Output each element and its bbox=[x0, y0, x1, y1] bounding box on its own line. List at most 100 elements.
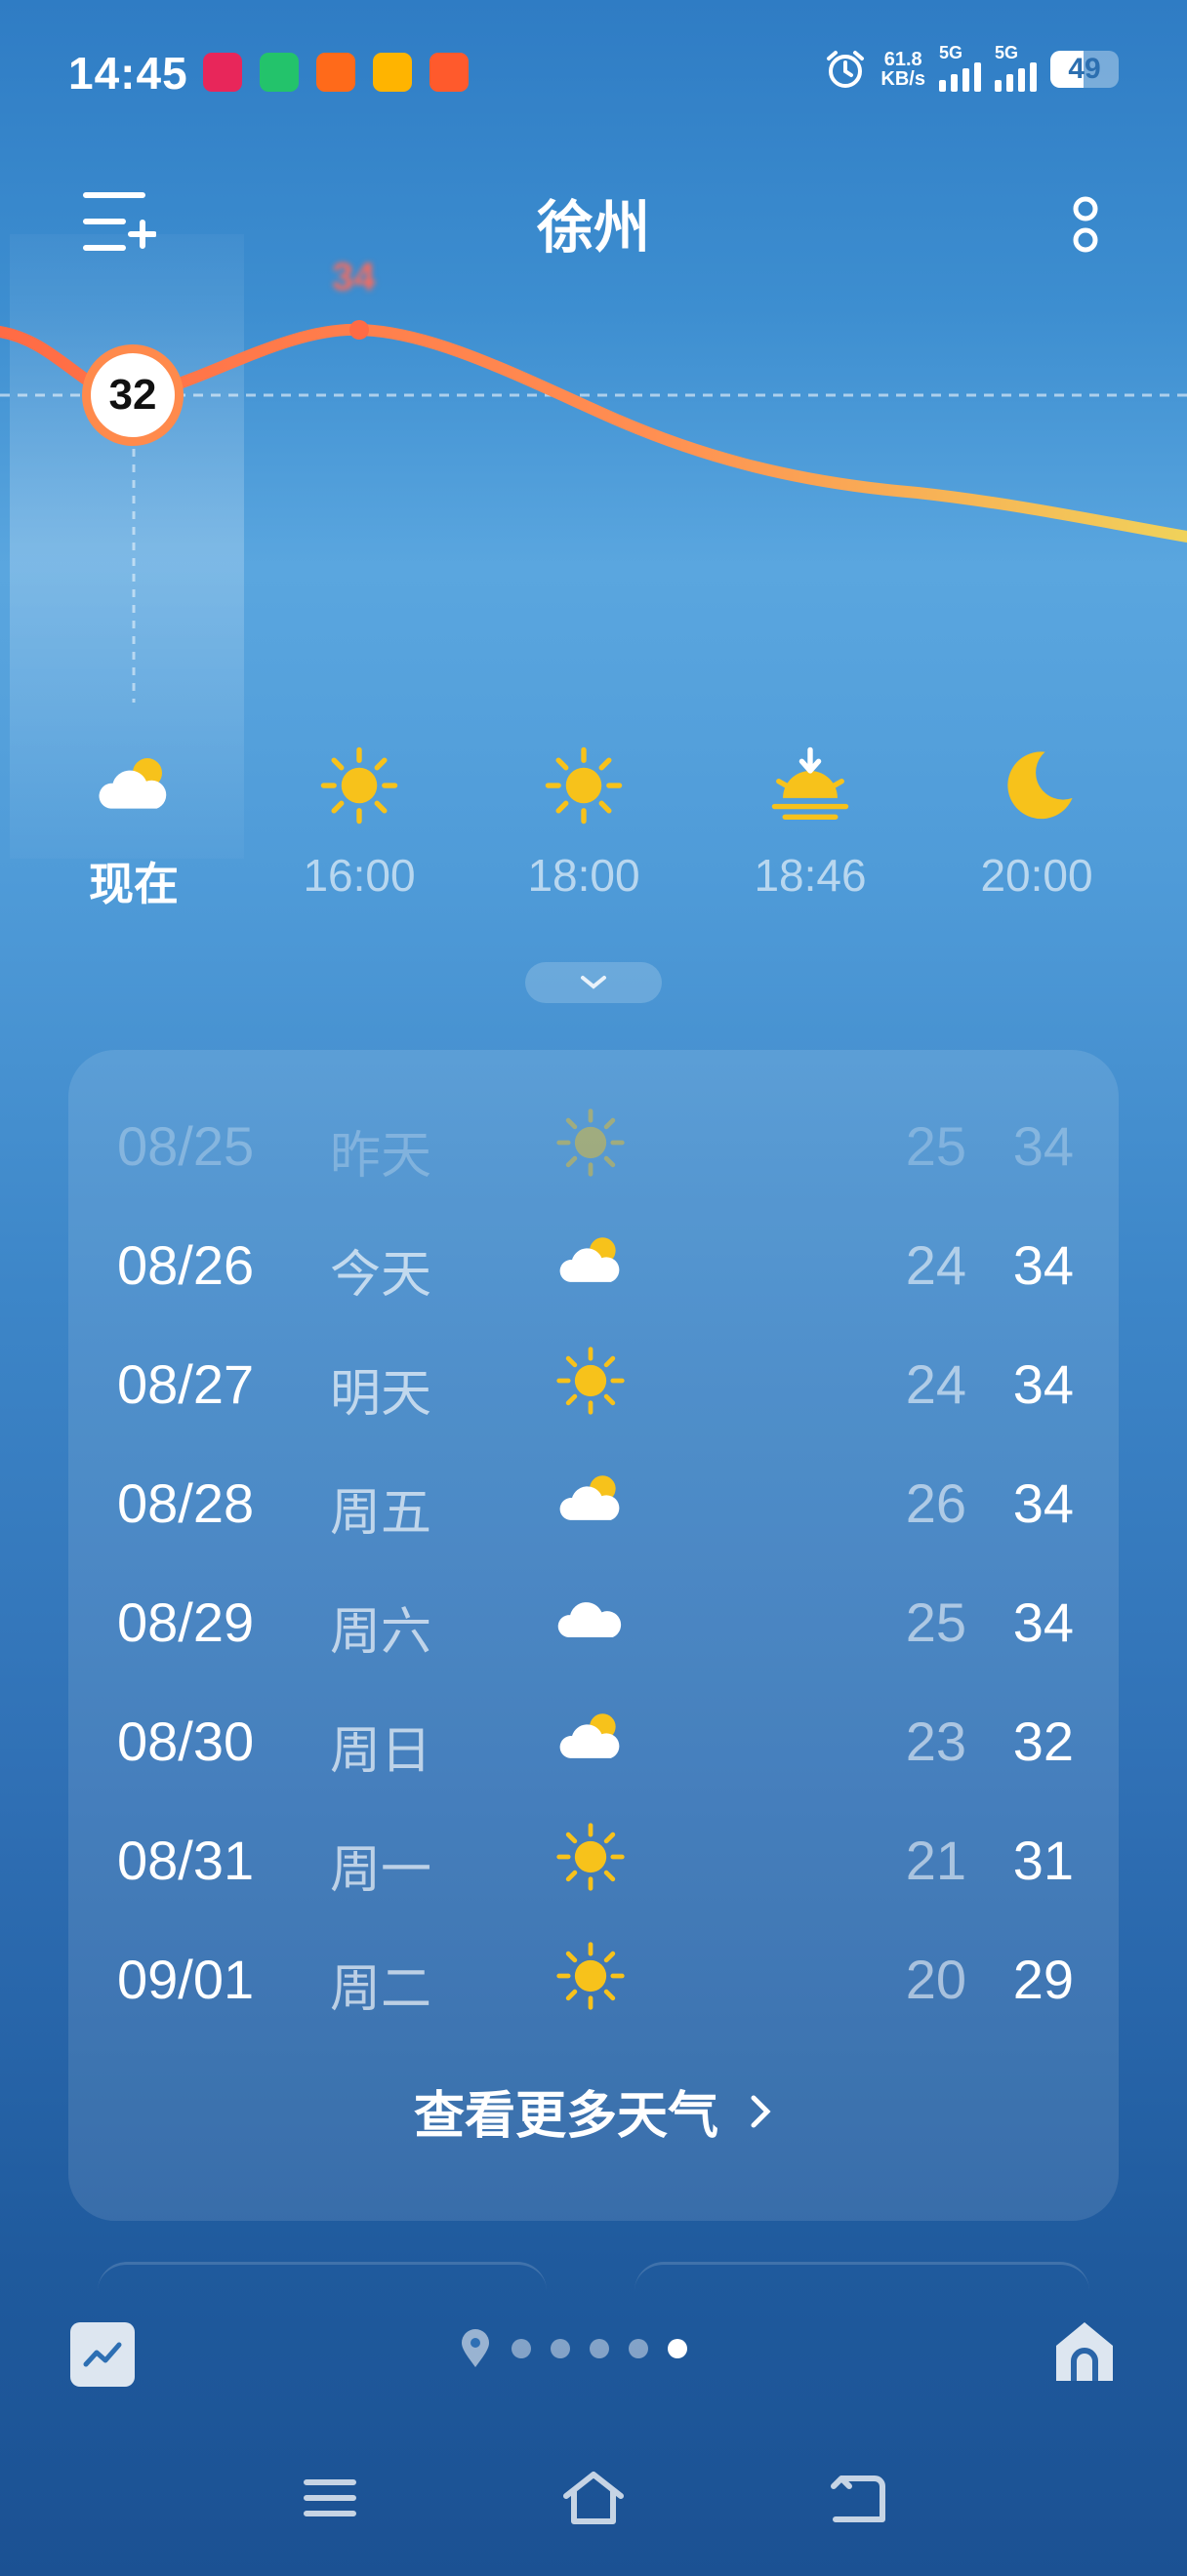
daily-forecast-card: 08/25 昨天 25 34 08/26 今天 24 34 08/27 明天 2… bbox=[68, 1050, 1119, 2221]
sun-icon bbox=[545, 746, 623, 825]
tf-app-icon bbox=[373, 53, 412, 92]
current-temp-bubble: 32 bbox=[82, 344, 184, 446]
trend-chart-icon bbox=[83, 2342, 122, 2367]
moon-icon bbox=[1007, 751, 1073, 820]
city-pager[interactable] bbox=[459, 2328, 687, 2369]
kuaishou-icon bbox=[316, 53, 355, 92]
forecast-day: 明天 bbox=[330, 1366, 432, 1423]
battery-icon: 49 bbox=[1050, 51, 1119, 88]
signal-icon-1: 5G bbox=[939, 43, 981, 92]
partly-cloudy-icon bbox=[99, 758, 167, 809]
sun-icon bbox=[556, 1108, 625, 1177]
forecast-day: 周一 bbox=[330, 1842, 432, 1899]
sun-icon bbox=[320, 746, 398, 825]
sun-icon bbox=[556, 1942, 625, 2010]
peak-marker bbox=[349, 320, 369, 340]
forecast-row[interactable]: 08/28 周五 26 34 bbox=[68, 1456, 1119, 1544]
forecast-day: 昨天 bbox=[330, 1128, 432, 1185]
next-card-peek-left bbox=[98, 2262, 547, 2294]
forecast-high: 31 bbox=[1012, 1830, 1074, 1891]
taobao-flash-icon bbox=[430, 53, 469, 92]
battery-level: 49 bbox=[1068, 53, 1101, 85]
forecast-day: 周五 bbox=[330, 1485, 432, 1542]
sun-icon bbox=[556, 1347, 625, 1415]
forecast-row[interactable]: 08/27 明天 24 34 bbox=[68, 1337, 1119, 1425]
forecast-date: 08/31 bbox=[117, 1830, 255, 1891]
temperature-chart bbox=[0, 320, 1187, 703]
hourly-time: 18:46 bbox=[754, 850, 867, 901]
forecast-row[interactable]: 09/01 周二 20 29 bbox=[68, 1932, 1119, 2020]
forecast-low: 24 bbox=[905, 1234, 966, 1296]
network-speed-value: 61.8 bbox=[883, 49, 922, 70]
page-dot[interactable] bbox=[629, 2339, 648, 2358]
forecast-day: 周六 bbox=[330, 1604, 432, 1661]
forecast-low: 20 bbox=[905, 1949, 966, 2010]
recent-apps-button[interactable] bbox=[291, 2459, 369, 2537]
hourly-time: 16:00 bbox=[303, 850, 416, 901]
page-dot[interactable] bbox=[590, 2339, 609, 2358]
forecast-day: 今天 bbox=[330, 1247, 432, 1304]
forecast-date: 08/30 bbox=[117, 1711, 255, 1772]
back-icon bbox=[831, 2475, 885, 2522]
forecast-high: 32 bbox=[1012, 1711, 1074, 1772]
forecast-day: 周二 bbox=[330, 1961, 432, 2018]
forecast-low: 23 bbox=[905, 1711, 966, 1772]
forecast-row[interactable]: 08/31 周一 21 31 bbox=[68, 1813, 1119, 1901]
system-navigation-bar bbox=[0, 2459, 1187, 2556]
home-button[interactable] bbox=[554, 2459, 633, 2537]
menu-icon bbox=[304, 2479, 356, 2516]
forecast-high: 29 bbox=[1012, 1949, 1074, 2010]
home-icon bbox=[563, 2472, 624, 2524]
forecast-row[interactable]: 08/30 周日 23 32 bbox=[68, 1694, 1119, 1782]
home-weather-icon[interactable] bbox=[1050, 2316, 1119, 2387]
forecast-date: 08/28 bbox=[117, 1472, 255, 1534]
page-dot[interactable] bbox=[668, 2339, 687, 2358]
partly-cloudy-icon bbox=[559, 1713, 620, 1758]
more-weather-link[interactable]: 查看更多天气 bbox=[68, 2074, 1119, 2148]
peak-temp-label: 34 bbox=[332, 256, 376, 299]
notification-icons bbox=[203, 53, 469, 92]
forecast-low: 25 bbox=[905, 1115, 966, 1177]
forecast-date: 08/25 bbox=[117, 1115, 255, 1177]
cloud-icon bbox=[557, 1602, 622, 1637]
forecast-row[interactable]: 08/26 今天 24 34 bbox=[68, 1218, 1119, 1306]
hourly-time: 20:00 bbox=[980, 850, 1093, 901]
forecast-date: 08/29 bbox=[117, 1591, 255, 1653]
network-speed: 61.8 KB/s bbox=[880, 50, 925, 89]
partly-cloudy-icon bbox=[559, 1475, 620, 1520]
trend-button[interactable] bbox=[70, 2322, 135, 2387]
page-dot[interactable] bbox=[551, 2339, 570, 2358]
forecast-high: 34 bbox=[1012, 1115, 1074, 1177]
expand-button[interactable] bbox=[525, 962, 662, 1003]
chevron-down-icon bbox=[581, 976, 606, 989]
status-indicators: 61.8 KB/s 5G 5G 49 bbox=[824, 43, 1119, 92]
sunset-icon bbox=[771, 746, 849, 820]
hourly-time: 18:00 bbox=[527, 850, 640, 901]
forecast-low: 25 bbox=[905, 1591, 966, 1653]
next-card-peek-right bbox=[634, 2262, 1089, 2294]
forecast-row[interactable]: 08/29 周六 25 34 bbox=[68, 1575, 1119, 1663]
forecast-high: 34 bbox=[1012, 1472, 1074, 1534]
hourly-item: 18:46 bbox=[713, 742, 908, 902]
status-bar: 14:45 61.8 KB/s 5G 5G 49 bbox=[0, 0, 1187, 146]
page-dot[interactable] bbox=[512, 2339, 531, 2358]
forecast-row[interactable]: 08/25 昨天 25 34 bbox=[68, 1099, 1119, 1187]
forecast-date: 09/01 bbox=[117, 1949, 255, 2010]
signal-label: 5G bbox=[995, 43, 1019, 62]
forecast-high: 34 bbox=[1012, 1234, 1074, 1296]
signal-icon-2: 5G bbox=[995, 43, 1037, 92]
forecast-date: 08/27 bbox=[117, 1353, 255, 1415]
alarm-icon bbox=[827, 51, 865, 88]
location-pin-icon bbox=[462, 2329, 489, 2367]
back-button[interactable] bbox=[818, 2459, 896, 2537]
hourly-item: 现在 bbox=[36, 742, 231, 913]
status-time: 14:45 bbox=[68, 48, 188, 99]
hourly-item: 20:00 bbox=[939, 742, 1134, 902]
video-app-icon bbox=[260, 53, 299, 92]
kuaishou-mall-icon bbox=[203, 53, 242, 92]
more-weather-label: 查看更多天气 bbox=[413, 2088, 718, 2145]
partly-cloudy-icon bbox=[559, 1237, 620, 1282]
sun-icon bbox=[556, 1823, 625, 1891]
forecast-low: 21 bbox=[905, 1830, 966, 1891]
signal-label: 5G bbox=[939, 43, 963, 62]
